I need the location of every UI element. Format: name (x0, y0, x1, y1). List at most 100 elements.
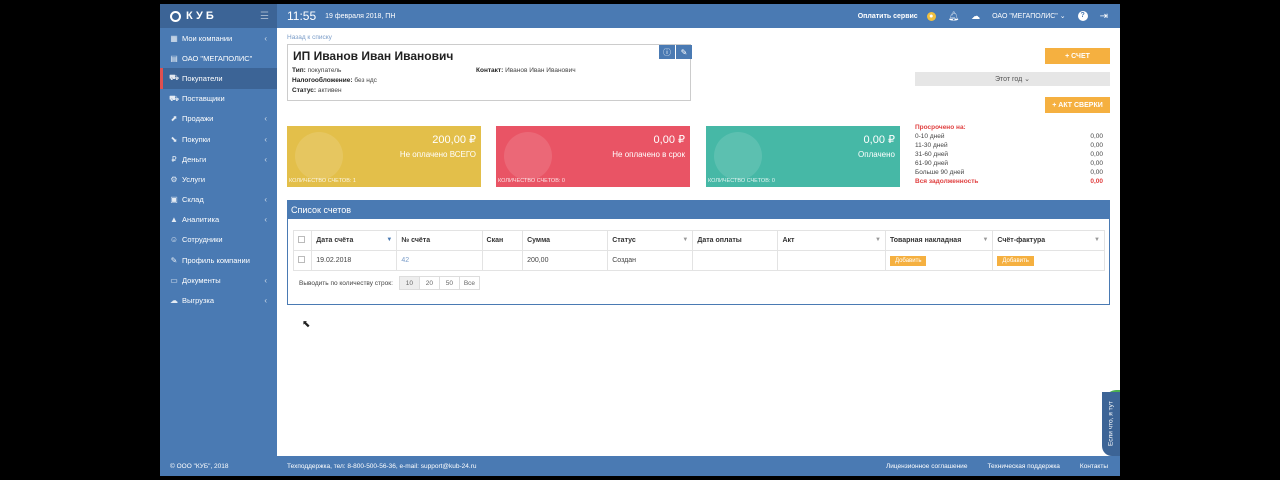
menu-toggle-icon[interactable]: ☰ (260, 11, 269, 22)
column-header-label: Статус (612, 237, 636, 244)
column-header[interactable]: Дата счёта ▼ (311, 230, 398, 251)
chevron-left-icon: ‹ (264, 296, 267, 306)
decorative-ring-icon (714, 132, 762, 180)
bell-icon[interactable]: 🔔︎ (948, 11, 959, 22)
info-icon[interactable]: ⓘ (659, 45, 675, 59)
select-all-checkbox[interactable] (298, 236, 305, 243)
row-select-cell[interactable] (292, 250, 313, 271)
kpi-unpaid-total[interactable]: 200,00 ₽ Не оплачено ВСЕГО КОЛИЧЕСТВО СЧЕТ… (287, 126, 481, 187)
date: 19 февраля 2018, ПН (325, 12, 396, 20)
invoice-number-link[interactable]: 42 (401, 257, 409, 264)
overdue-value: 0,00 (1090, 160, 1103, 167)
contacts-link[interactable]: Контакты (1080, 463, 1108, 470)
type-field: Тип: покупатель (292, 67, 342, 74)
column-header[interactable]: № счёта (396, 230, 483, 251)
overdue-label: Больше 90 дней (915, 169, 965, 176)
column-header[interactable]: Скан (481, 230, 524, 251)
sidebar-item[interactable]: ⬈ Продажи ‹ (160, 109, 277, 129)
pay-service-link[interactable]: Оплатить сервис (858, 13, 918, 20)
rows-option[interactable]: 10 (398, 276, 420, 290)
edit-icon[interactable]: ✎ (676, 45, 692, 59)
overdue-label: 61-90 дней (915, 160, 949, 167)
company-selector[interactable]: ОАО "МЕГАПОЛИС" ⌄ (992, 12, 1065, 20)
sidebar-item[interactable]: ⛟ Покупатели (160, 68, 277, 89)
sidebar-item[interactable]: ☁ Выгрузка ‹ (160, 290, 277, 310)
coin-icon[interactable]: ● (926, 11, 936, 21)
sidebar-item[interactable]: ▭ Документы ‹ (160, 270, 277, 290)
overdue-value: 0,00 (1090, 151, 1103, 158)
kpi-unpaid-overdue[interactable]: 0,00 ₽ Не оплачено в срок КОЛИЧЕСТВО СЧЕТО… (496, 126, 690, 187)
overdue-summary: Просрочено на: 0-10 дней 0,00 11-30 дней 0,… (915, 124, 1103, 186)
column-header[interactable]: Дата оплаты (692, 230, 779, 251)
warehouse-icon: ▣ (170, 195, 178, 205)
support-info: Техподдержка, тел: 8-800-500-56-36, e-ma… (287, 462, 477, 470)
overdue-row: 0-10 дней 0,00 (915, 132, 1103, 141)
logo[interactable]: КУБ ☰ (160, 4, 277, 28)
overdue-row: Вся задолженность 0,00 (915, 177, 1103, 186)
logout-icon[interactable]: ⇥ (1100, 11, 1108, 22)
filter-icon[interactable]: ▼ (982, 237, 988, 243)
help-chat-tab[interactable]: Если что, я тут (1102, 392, 1120, 456)
period-selector[interactable]: Этот год ⌄ (915, 72, 1110, 86)
sidebar-item[interactable]: ▦ Мои компании ‹ (160, 28, 277, 48)
chevron-left-icon: ‹ (264, 114, 267, 124)
select-all-cell[interactable] (292, 230, 313, 251)
company-icon: ▤ (170, 53, 178, 63)
back-to-list-link[interactable]: Назад к списку (287, 34, 332, 41)
add-waybill-button[interactable]: Добавить (889, 255, 927, 266)
filter-icon[interactable]: ▼ (682, 237, 688, 243)
column-header-label: Сумма (527, 237, 551, 244)
rows-option[interactable]: 20 (418, 276, 440, 290)
truck-icon: ⛟ (169, 93, 180, 103)
profile-icon: ✎ (170, 255, 178, 265)
tech-support-link[interactable]: Техническая поддержка (987, 463, 1059, 470)
sidebar-item[interactable]: ▲ Аналитика ‹ (160, 210, 277, 230)
row-checkbox[interactable] (298, 256, 305, 263)
cell-value: Создан (612, 257, 636, 264)
sidebar-item[interactable]: ▤ ОАО "МЕГАПОЛИС" (160, 48, 277, 68)
sidebar-item[interactable]: ▣ Склад ‹ (160, 190, 277, 210)
sidebar: КУБ ☰ ▦ Мои компании ‹ ▤ ОАО "МЕГАПОЛИС" ⛟ Пок… (160, 4, 277, 476)
add-facture-button[interactable]: Добавить (997, 255, 1034, 266)
filter-icon[interactable]: ▼ (1094, 237, 1100, 243)
cell-value: 200,00 (527, 257, 549, 264)
table-row[interactable]: 19.02.2018 42 200,00 Создан Добавить Добавить (292, 250, 1105, 271)
filter-icon[interactable]: ▼ (875, 237, 881, 243)
sidebar-item[interactable]: ⚙ Услуги (160, 169, 277, 189)
sidebar-item[interactable]: ⬊ Покупки ‹ (160, 129, 277, 149)
column-header-label: Дата счёта (316, 237, 354, 244)
kpi-count: КОЛИЧЕСТВО СЧЕТОВ: 0 (498, 178, 565, 184)
building-icon: ▦ (170, 33, 178, 43)
overdue-row: Больше 90 дней 0,00 (915, 168, 1103, 177)
column-header[interactable]: Сумма (522, 230, 609, 251)
kpi-paid[interactable]: 0,00 ₽ Оплачено КОЛИЧЕСТВО СЧЕТОВ: 0 (706, 126, 900, 187)
sidebar-item-label: Покупки (182, 134, 211, 144)
sales-icon: ⬈ (170, 114, 178, 124)
chat-icon[interactable]: ☁ (971, 11, 980, 22)
contact-field: Контакт: Иванов Иван Иванович (476, 67, 576, 74)
client-card: ИП Иванов Иван Иванович ⓘ ✎ Тип: покупат… (287, 44, 692, 101)
rows-option[interactable]: Все (458, 276, 480, 290)
column-header[interactable]: Товарная накладная ▼ (884, 230, 994, 251)
rows-option[interactable]: 50 (438, 276, 460, 290)
invoice-list-panel: Список счетов Дата счёта ▼ № счёта Скан Сумм… (287, 200, 1110, 305)
services-icon: ⚙ (170, 174, 178, 184)
add-act-button[interactable]: + АКТ СВЕРКИ (1045, 97, 1110, 113)
help-icon[interactable]: ? (1077, 11, 1088, 21)
chevron-left-icon: ‹ (264, 33, 267, 43)
column-header[interactable]: Статус ▼ (607, 230, 694, 251)
overdue-title: Просрочено на: (915, 124, 966, 131)
sidebar-item[interactable]: ☺ Сотрудники (160, 230, 277, 250)
sidebar-item[interactable]: ✎ Профиль компании (160, 250, 277, 270)
add-invoice-button[interactable]: + СЧЕТ (1045, 48, 1110, 64)
column-header[interactable]: Акт ▼ (777, 230, 886, 251)
license-link[interactable]: Лицензионное соглашение (886, 463, 967, 470)
sort-desc-icon[interactable]: ▼ (386, 237, 392, 243)
column-header[interactable]: Счёт-фактура ▼ (992, 230, 1105, 251)
overdue-value: 0,00 (1090, 169, 1103, 176)
sidebar-item-label: Деньги (182, 154, 207, 164)
sidebar-item[interactable]: ⛟ Поставщики (160, 89, 277, 109)
logo-mark-icon (170, 10, 181, 22)
overdue-row: 11-30 дней 0,00 (915, 141, 1103, 150)
sidebar-item[interactable]: ₽ Деньги ‹ (160, 149, 277, 169)
